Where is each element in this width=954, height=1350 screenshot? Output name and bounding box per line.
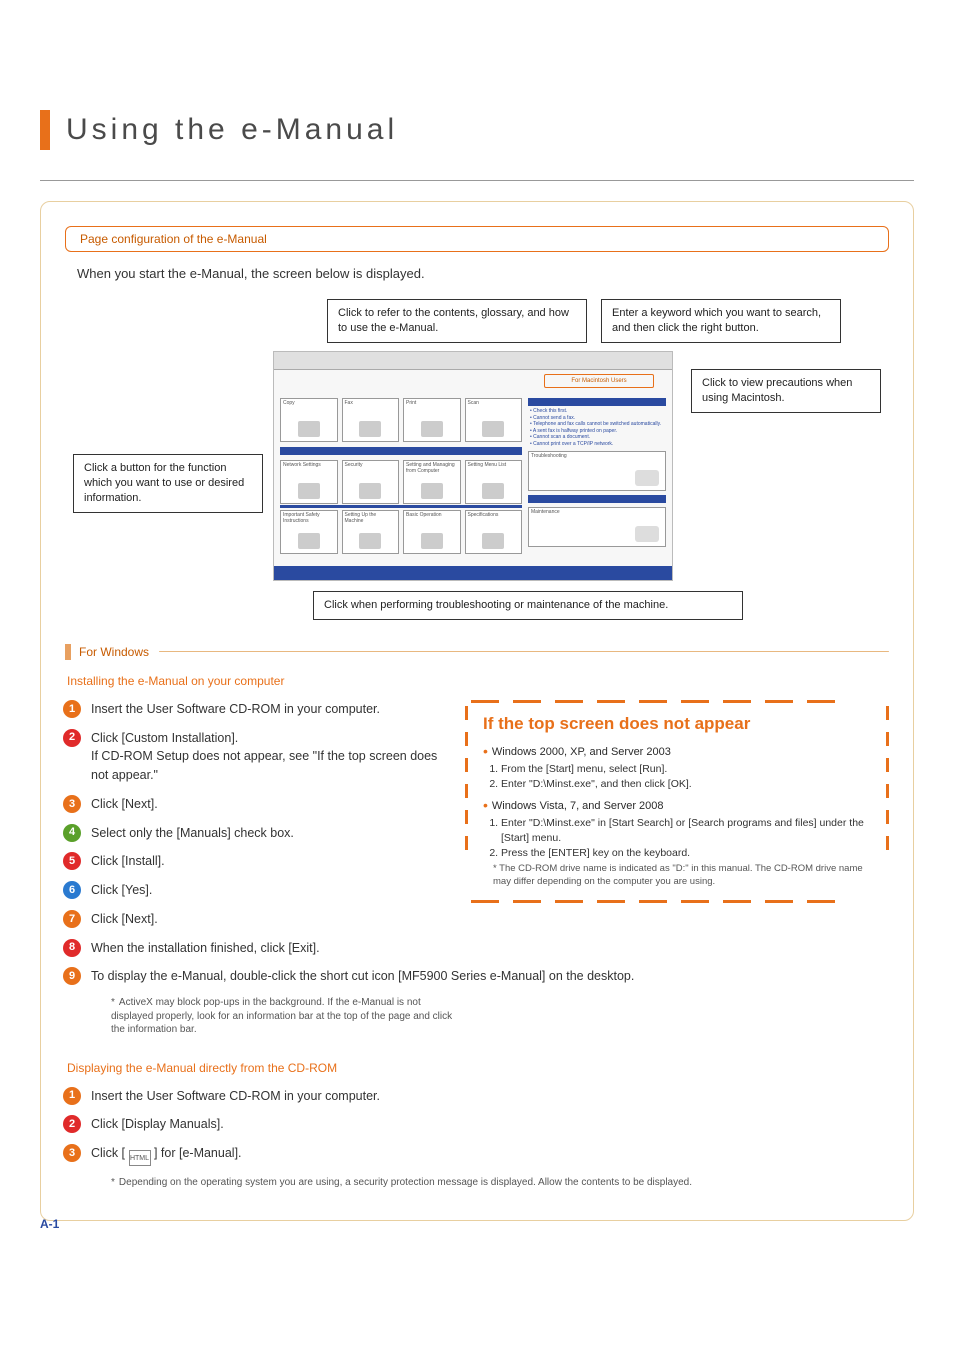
- install-step-4: Select only the [Manuals] check box.: [91, 826, 294, 840]
- card-manage: Setting and Managing from Computer: [403, 460, 461, 504]
- title-accent: [40, 110, 50, 150]
- os-7-label: Windows Vista, 7, and Server 2008: [492, 800, 664, 812]
- for-windows-label: For Windows: [79, 645, 149, 659]
- callout-contents: Click to refer to the contents, glossary…: [327, 299, 587, 343]
- card-menulist: Setting Menu List: [465, 460, 523, 504]
- step-badge-1: 1: [63, 700, 81, 718]
- install-step-2: Click [Custom Installation].: [91, 731, 238, 745]
- page-number: A-1: [40, 1217, 59, 1231]
- dstep-badge-2: 2: [63, 1115, 81, 1133]
- dashed-title: If the top screen does not appear: [483, 714, 871, 734]
- display-step-3: Click [ HTML ] for [e-Manual].: [91, 1146, 242, 1160]
- card-specs: Specifications: [465, 510, 523, 554]
- os-xp-label: Windows 2000, XP, and Server 2003: [492, 746, 671, 758]
- content-panel: Page configuration of the e-Manual When …: [40, 201, 914, 1221]
- install-step-1: Insert the User Software CD-ROM in your …: [91, 702, 380, 716]
- install-steps: 1 Insert the User Software CD-ROM in your…: [65, 700, 445, 958]
- install-step-2-sub: If CD-ROM Setup does not appear, see "If…: [91, 749, 437, 782]
- card-fax: Fax: [342, 398, 400, 442]
- card-maintenance: Maintenance: [528, 507, 666, 547]
- step-badge-3: 3: [63, 795, 81, 813]
- card-scan: Scan: [465, 398, 523, 442]
- install-step-6: Click [Yes].: [91, 883, 152, 897]
- page-title-bar: Using the e-Manual: [40, 110, 914, 150]
- activex-note: *ActiveX may block pop-ups in the backgr…: [83, 996, 463, 1037]
- horizontal-rule: [40, 180, 914, 181]
- card-network: Network Settings: [280, 460, 338, 504]
- card-setup: Setting Up the Machine: [342, 510, 400, 554]
- card-security: Security: [342, 460, 400, 504]
- display-note: *Depending on the operating system you a…: [83, 1176, 889, 1190]
- card-troubleshooting: Troubleshooting: [528, 451, 666, 491]
- for-windows-bar: For Windows: [65, 644, 889, 660]
- step-badge-7: 7: [63, 910, 81, 928]
- callout-function: Click a button for the function which yo…: [73, 454, 263, 513]
- display-step-2: Click [Display Manuals].: [91, 1117, 224, 1131]
- card-copy: Copy: [280, 398, 338, 442]
- section-heading-config: Page configuration of the e-Manual: [65, 226, 889, 252]
- dstep-badge-3: 3: [63, 1144, 81, 1162]
- step-badge-9: 9: [63, 967, 81, 985]
- callout-maintenance: Click when performing troubleshooting or…: [313, 591, 743, 620]
- install-step-8: When the installation finished, click [E…: [91, 941, 320, 955]
- win7-steps: Enter "D:\Minst.exe" in [Start Search] o…: [483, 816, 871, 862]
- dstep-badge-1: 1: [63, 1087, 81, 1105]
- display-heading: Displaying the e-Manual directly from th…: [67, 1061, 889, 1075]
- card-safety: Important Safety Instructions: [280, 510, 338, 554]
- diagram-area: Click to refer to the contents, glossary…: [73, 299, 881, 620]
- intro-text: When you start the e-Manual, the screen …: [77, 266, 889, 281]
- install-heading: Installing the e-Manual on your computer: [67, 674, 889, 688]
- step-badge-8: 8: [63, 939, 81, 957]
- emanual-screenshot: For Macintosh Users Copy Fax Print Scan …: [273, 351, 673, 581]
- callout-macintosh: Click to view precautions when using Mac…: [691, 369, 881, 413]
- top-screen-note-box: If the top screen does not appear •Windo…: [465, 700, 889, 903]
- troubleshoot-list: Check this first. Cannot send a fax. Tel…: [528, 408, 666, 447]
- install-step-7: Click [Next].: [91, 912, 158, 926]
- step-badge-4: 4: [63, 824, 81, 842]
- step-badge-2: 2: [63, 729, 81, 747]
- html-icon: HTML: [129, 1150, 151, 1166]
- install-step-9: To display the e-Manual, double-click th…: [91, 969, 634, 983]
- step-badge-6: 6: [63, 881, 81, 899]
- xp-steps: From the [Start] menu, select [Run]. Ent…: [483, 762, 871, 792]
- card-print: Print: [403, 398, 461, 442]
- step-badge-5: 5: [63, 852, 81, 870]
- display-steps: 1 Insert the User Software CD-ROM in your…: [65, 1087, 889, 1167]
- drive-note: * The CD-ROM drive name is indicated as …: [483, 863, 871, 889]
- callout-search: Enter a keyword which you want to search…: [601, 299, 841, 343]
- mac-users-band: For Macintosh Users: [544, 374, 654, 388]
- install-step-5: Click [Install].: [91, 854, 165, 868]
- install-step-3: Click [Next].: [91, 797, 158, 811]
- page-title: Using the e-Manual: [66, 113, 398, 147]
- display-step-1: Insert the User Software CD-ROM in your …: [91, 1089, 380, 1103]
- card-basicop: Basic Operation: [403, 510, 461, 554]
